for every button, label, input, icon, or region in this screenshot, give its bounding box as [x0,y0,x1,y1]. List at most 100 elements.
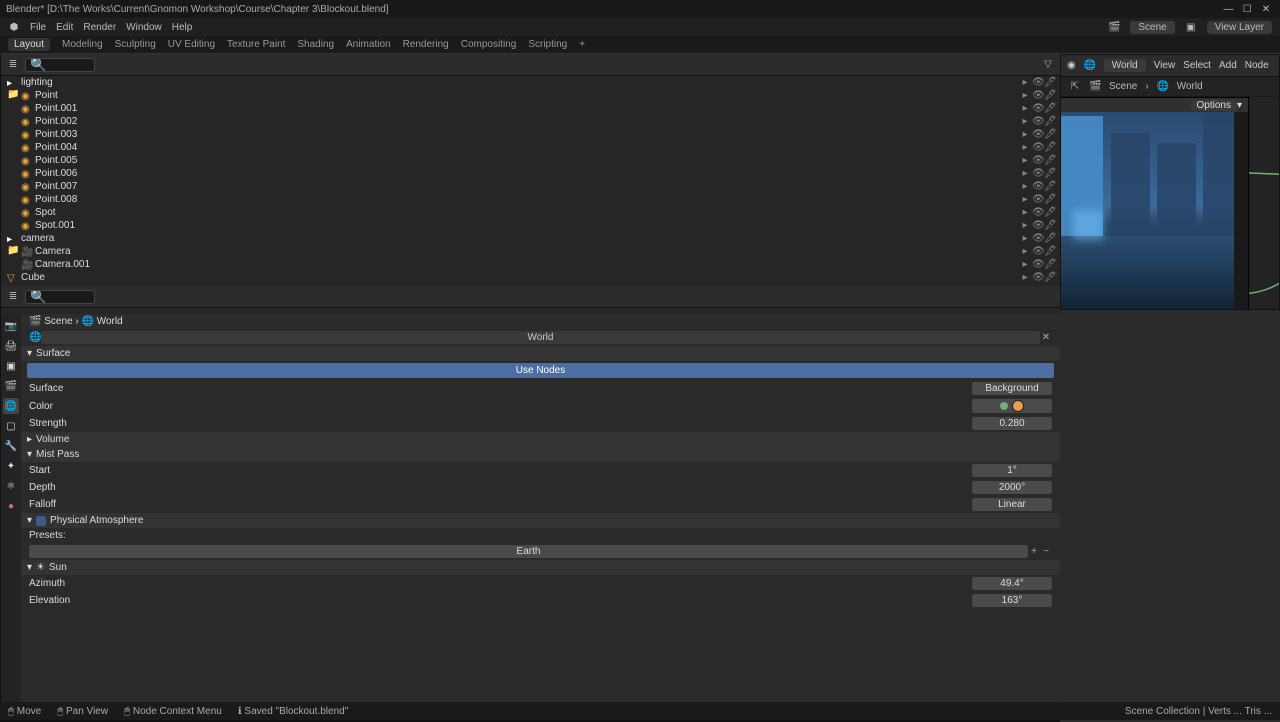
outliner-search[interactable] [25,58,95,72]
outliner[interactable]: ≣ ▽ ▸ 📁lighting▸👁🖋◉Point▸👁🖋◉Point.001▸👁🖋… [1,54,1060,314]
maximize-button[interactable]: ☐ [1239,4,1255,15]
strength-value[interactable]: 0.280 [972,417,1052,430]
prop-crumb-world[interactable]: World [97,316,123,327]
outliner-item[interactable]: ◉Point.007▸👁🖋 [1,180,1060,193]
editor-type-icon[interactable]: ◉ [1067,60,1076,71]
outliner-item[interactable]: 🎥Camera▸👁🖋 [1,245,1060,258]
tab-scripting[interactable]: Scripting [528,39,567,50]
sun-row[interactable]: Azimuth49.4° [21,575,1060,592]
preset-value[interactable]: Earth [29,545,1028,558]
section-mist[interactable]: Mist Pass [36,449,79,460]
outliner-item[interactable]: ◉Point.002▸👁🖋 [1,115,1060,128]
workspace-tabs: Layout Modeling Sculpting UV Editing Tex… [0,36,1280,54]
tab-modifiers[interactable]: 🔧 [3,438,19,454]
outliner-item[interactable]: ◉Point.001▸👁🖋 [1,102,1060,115]
scene-name[interactable]: Scene [1130,21,1174,34]
outliner-item[interactable]: ◉Spot▸👁🖋 [1,206,1060,219]
outliner-item[interactable]: ◉Spot.001▸👁🖋 [1,219,1060,232]
outliner-item[interactable]: ◉Point▸👁🖋 [1,89,1060,102]
section-surface[interactable]: Surface [36,348,70,359]
tab-modeling[interactable]: Modeling [62,39,103,50]
close-button[interactable]: ✕ [1258,4,1274,15]
right-column: ≣ ▽ ▸ 📁lighting▸👁🖋◉Point▸👁🖋◉Point.001▸👁🖋… [0,54,1060,720]
shader-type[interactable]: World [1104,59,1146,72]
tab-uv[interactable]: UV Editing [168,39,215,50]
outliner-item[interactable]: ▽Cube▸👁🖋 [1,271,1060,284]
menu-edit[interactable]: Edit [56,22,73,33]
tab-physics[interactable]: ⚛ [3,478,19,494]
tab-add[interactable]: + [579,39,585,50]
window-title-bar: Blender* [D:\The Works\Current\Gnomon Wo… [0,0,1280,18]
mist-row[interactable]: Start1° [21,462,1060,479]
world-icon[interactable]: 🌐 [1084,60,1096,71]
outliner-icon2[interactable]: ≣ [7,291,19,302]
tab-viewlayer[interactable]: ▣ [3,358,19,374]
color-chip[interactable] [1012,400,1024,412]
section-volume[interactable]: Volume [36,434,69,445]
menu-help[interactable]: Help [172,22,193,33]
tab-layout[interactable]: Layout [8,38,50,51]
node-breadcrumb: ⇱ 🎬 Scene › 🌐 World [1061,77,1279,97]
main-menu-bar: ⬢ File Edit Render Window Help 🎬 Scene ▣… [0,18,1280,36]
tab-object[interactable]: ▢ [3,418,19,434]
menu-node[interactable]: Node [1245,60,1269,71]
tab-render[interactable]: 📷 [3,318,19,334]
color-label: Color [29,401,53,412]
outliner-item[interactable]: ▸ 📁lighting▸👁🖋 [1,76,1060,89]
tab-shading[interactable]: Shading [297,39,334,50]
outliner-search2[interactable] [25,290,95,304]
section-phys[interactable]: Physical Atmosphere [50,515,143,526]
outliner-item[interactable]: 🎥Camera.001▸👁🖋 [1,258,1060,271]
minimize-button[interactable]: — [1220,4,1236,15]
view-layer-name[interactable]: View Layer [1207,21,1272,34]
menu-add[interactable]: Add [1219,60,1237,71]
status-bar: 🖱 Move 🖱 Pan View 🖱 Node Context Menu ℹ … [0,702,1280,720]
tab-particles[interactable]: ✦ [3,458,19,474]
mist-row[interactable]: FalloffLinear [21,496,1060,513]
window-title: Blender* [D:\The Works\Current\Gnomon Wo… [6,4,389,15]
mist-row[interactable]: Depth2000° [21,479,1060,496]
outliner-item[interactable]: ◉Point.005▸👁🖋 [1,154,1060,167]
status-pan: Pan View [66,706,108,717]
menu-file[interactable]: File [30,22,46,33]
outliner-item[interactable]: ◉Point.003▸👁🖋 [1,128,1060,141]
world-name-field[interactable] [41,331,1040,344]
use-nodes-button[interactable]: Use Nodes [27,363,1054,378]
menu-render[interactable]: Render [83,22,116,33]
presets-label: Presets: [29,530,66,541]
node-editor-header: ◉ 🌐 World View Select Add Node Use Nodes… [1061,55,1279,77]
filter-icon[interactable]: ▽ [1042,59,1054,70]
tab-scene[interactable]: 🎬 [3,378,19,394]
menu-select[interactable]: Select [1183,60,1211,71]
outliner-item[interactable]: ◉Point.008▸👁🖋 [1,193,1060,206]
surface-label: Surface [29,383,63,394]
properties-editor[interactable]: 📷 🖨 ▣ 🎬 🌐 ▢ 🔧 ✦ ⚛ ● 🎬 Scene › 🌐 World 🌐✕… [1,314,1060,720]
shader-node-editor[interactable]: ◉ 🌐 World View Select Add Node Use Nodes… [1060,54,1280,310]
home-icon[interactable]: ⇱ [1069,81,1081,92]
surface-value[interactable]: Background [972,382,1052,395]
unlink-icon[interactable]: ✕ [1040,332,1052,343]
menu-view[interactable]: View [1154,60,1176,71]
prop-crumb-scene[interactable]: Scene [44,316,72,327]
preview-options[interactable]: Options [1191,100,1237,111]
tab-rendering[interactable]: Rendering [403,39,449,50]
crumb-scene[interactable]: Scene [1109,81,1137,92]
tab-sculpting[interactable]: Sculpting [115,39,156,50]
sun-row[interactable]: Elevation163° [21,592,1060,609]
crumb-world[interactable]: World [1177,81,1203,92]
outliner-item[interactable]: ◉Point.004▸👁🖋 [1,141,1060,154]
prop-sun-label[interactable]: Sun [49,562,67,573]
outliner-type-icon[interactable]: ≣ [7,59,19,70]
tab-texturepaint[interactable]: Texture Paint [227,39,285,50]
remove-preset[interactable]: − [1040,546,1052,557]
tab-world[interactable]: 🌐 [3,398,19,414]
add-preset[interactable]: + [1028,546,1040,557]
menu-window[interactable]: Window [126,22,162,33]
tab-material[interactable]: ● [3,498,19,514]
outliner-item[interactable]: ◉Point.006▸👁🖋 [1,167,1060,180]
tab-output[interactable]: 🖨 [3,338,19,354]
tab-compositing[interactable]: Compositing [461,39,517,50]
outliner-item[interactable]: ▸ 📁camera▸👁🖋 [1,232,1060,245]
tab-animation[interactable]: Animation [346,39,390,50]
render-image [1060,112,1234,310]
